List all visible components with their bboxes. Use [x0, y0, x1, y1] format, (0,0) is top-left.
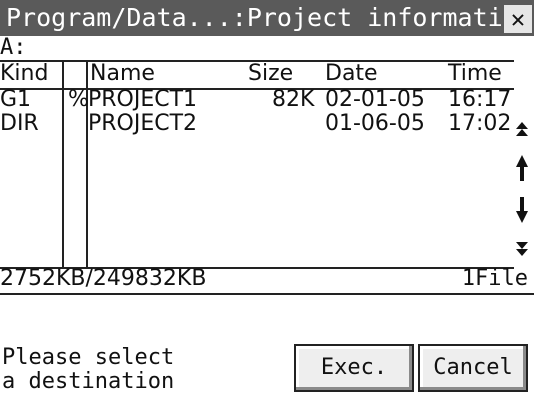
storage-usage: 2752KB/249832KB: [0, 266, 207, 291]
header-kind: Kind: [0, 61, 49, 86]
scroll-top-button[interactable]: [510, 112, 534, 148]
drive-label: A:: [0, 35, 27, 60]
row-name: PROJECT1: [88, 87, 198, 112]
row-date: 02-01-05: [325, 87, 425, 112]
row-kind: G1: [0, 87, 32, 112]
double-up-arrow-icon: [516, 122, 528, 136]
row-name: PROJECT2: [88, 111, 198, 136]
prompt-line-2: a destination: [2, 369, 175, 394]
row-date: 01-06-05: [325, 111, 425, 136]
file-list: Kind Name Size Date Time G1 % PROJECT1 8…: [0, 60, 514, 269]
cancel-button[interactable]: Cancel: [418, 344, 528, 392]
up-arrow-icon: [516, 155, 528, 181]
header-time: Time: [448, 61, 502, 86]
status-bar: 2752KB/249832KB 1File: [0, 265, 534, 295]
scroll-bottom-button[interactable]: [510, 230, 534, 266]
window-title: Program/Data...:Project information: [6, 3, 533, 32]
close-icon: ✕: [510, 5, 526, 33]
destination-prompt: Please select a destination: [2, 346, 174, 394]
row-size: 82K: [272, 87, 315, 112]
exec-button[interactable]: Exec.: [294, 344, 414, 392]
row-flag: %: [68, 87, 89, 112]
title-bar: Program/Data...:Project information ✕: [0, 0, 534, 36]
header-size: Size: [248, 61, 294, 86]
scrollbar: [510, 112, 534, 266]
row-time: 17:02: [448, 111, 512, 136]
prompt-line-1: Please select: [2, 345, 175, 370]
row-time: 16:17: [448, 87, 512, 112]
column-divider: [62, 62, 64, 267]
row-kind: DIR: [0, 111, 39, 136]
close-button[interactable]: ✕: [504, 5, 532, 33]
scroll-down-button[interactable]: [510, 192, 534, 228]
scroll-up-button[interactable]: [510, 150, 534, 186]
header-date: Date: [325, 61, 378, 86]
down-arrow-icon: [516, 197, 528, 223]
double-down-arrow-icon: [516, 242, 528, 256]
header-name: Name: [90, 61, 155, 86]
file-count: 1File: [461, 266, 528, 291]
